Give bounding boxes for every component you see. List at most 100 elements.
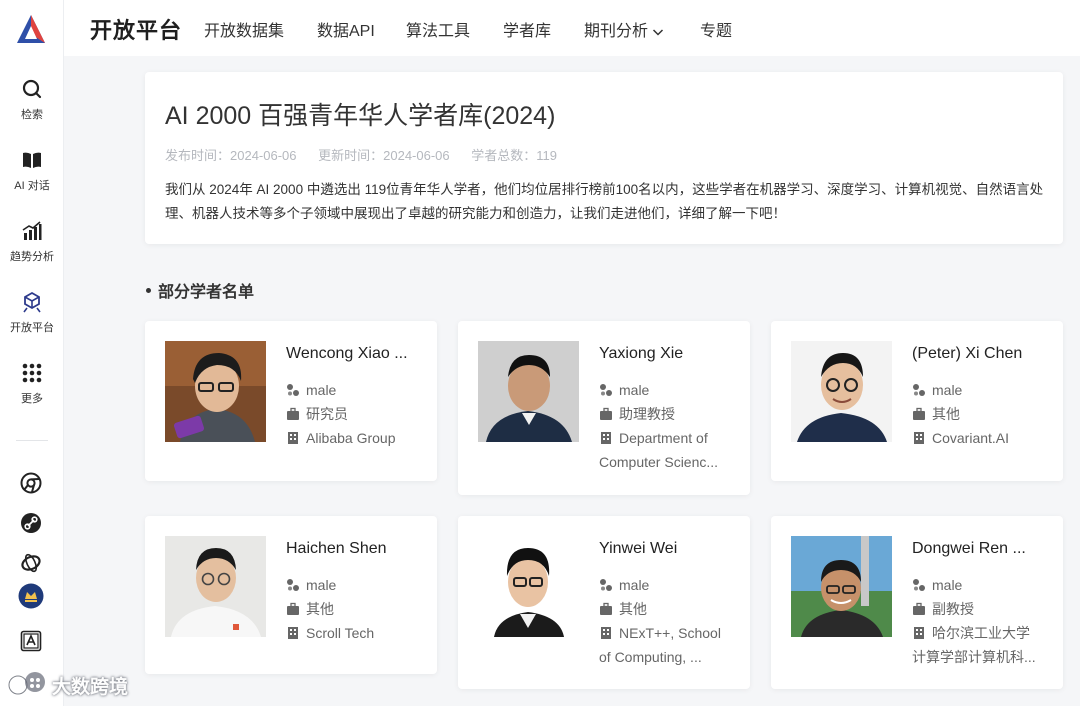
section-title: 部分学者名单 <box>146 278 254 302</box>
sidebar-item-ai-chat[interactable]: AI 对话 <box>0 149 64 193</box>
affiliation: Alibaba Group <box>306 430 396 446</box>
position: 研究员 <box>306 406 348 422</box>
gender-row: male <box>912 573 962 597</box>
chevron-down-icon <box>652 29 664 36</box>
scholar-card[interactable]: Yaxiong Xie male 助理教授 Department of Comp… <box>458 321 750 495</box>
building-icon <box>601 432 611 444</box>
avatar <box>791 536 892 637</box>
affiliation-row-continued: 计算学部计算机科... <box>912 645 1036 669</box>
affiliation-row: Scroll Tech <box>286 621 436 645</box>
avatar <box>165 536 266 637</box>
affiliation-row: Department of <box>599 426 749 450</box>
affiliation-continued: 计算学部计算机科... <box>912 649 1036 665</box>
publish-date: 发布时间：2024-06-06 <box>165 148 297 163</box>
avatar <box>791 341 892 442</box>
app-logo[interactable] <box>14 12 48 46</box>
briefcase-icon <box>913 407 925 420</box>
sidebar-item-trend[interactable]: 趋势分析 <box>0 220 64 264</box>
nav-item-data-api[interactable]: 数据API <box>317 17 375 41</box>
scholar-card[interactable]: Yinwei Wei male 其他 NExT++, School of Com… <box>458 516 750 689</box>
gender-row: male <box>286 378 336 402</box>
section-title-text: 部分学者名单 <box>158 284 255 301</box>
watermark: 大数跨境 <box>8 670 128 700</box>
nav-item-algorithms[interactable]: 算法工具 <box>406 17 470 41</box>
sidebar-item-label: 更多 <box>21 393 43 405</box>
top-nav: 开放平台 开放数据集 数据API 算法工具 学者库 期刊分析 专题 <box>64 0 1080 56</box>
ring-icon[interactable] <box>20 552 42 574</box>
gender-icon <box>600 579 612 591</box>
scholar-card[interactable]: Wencong Xiao ... male 研究员 Alibaba Group <box>145 321 437 481</box>
sidebar-item-more[interactable]: 更多 <box>0 362 64 406</box>
avatar <box>165 341 266 442</box>
title-row: 其他 <box>286 597 334 621</box>
scholar-card[interactable]: Haichen Shen male 其他 Scroll Tech <box>145 516 437 674</box>
chrome-icon[interactable] <box>20 472 42 494</box>
gender-row: male <box>599 573 649 597</box>
description: 我们从 2024年 AI 2000 中遴选出 119位青年华人学者，他们均位居排… <box>165 182 1044 221</box>
affiliation: Covariant.AI <box>932 430 1010 446</box>
gender-icon <box>913 384 925 396</box>
sidebar-item-label: 开放平台 <box>10 322 54 334</box>
scholar-name[interactable]: Yaxiong Xie <box>599 345 683 363</box>
sidebar-item-search[interactable]: 检索 <box>0 78 64 122</box>
affiliation: NExT++, School <box>619 625 721 641</box>
badge-icon[interactable] <box>18 583 44 609</box>
gender: male <box>306 577 337 593</box>
nav-item-scholars[interactable]: 学者库 <box>503 17 551 41</box>
bar-chart-icon <box>22 221 42 240</box>
building-icon <box>288 627 298 639</box>
sidebar-item-platform[interactable]: 开放平台 <box>0 291 64 335</box>
building-icon <box>914 432 924 444</box>
page-title: AI 2000 百强青年华人学者库(2024) <box>165 102 556 130</box>
gender: male <box>619 382 650 398</box>
sidebar-item-label: AI 对话 <box>14 180 50 192</box>
sidebar: 检索 AI 对话 趋势分析 开放平台 更多 <box>0 0 64 706</box>
scholar-name[interactable]: Dongwei Ren ... <box>912 540 1026 558</box>
scholar-name[interactable]: Wencong Xiao ... <box>286 345 408 363</box>
nav-item-datasets[interactable]: 开放数据集 <box>204 17 284 41</box>
link-icon[interactable] <box>20 512 42 534</box>
gender-row: male <box>912 378 962 402</box>
affiliation-row: Alibaba Group <box>286 426 436 450</box>
building-icon <box>601 627 611 639</box>
gender-icon <box>287 384 299 396</box>
affiliation-row: 哈尔滨工业大学 <box>912 621 1062 645</box>
gender: male <box>932 577 963 593</box>
bullet-dot <box>146 288 151 294</box>
affiliation-row: NExT++, School <box>599 621 749 645</box>
title-row: 其他 <box>912 402 960 426</box>
watermark-logo-icon <box>8 672 45 696</box>
affiliation: Scroll Tech <box>306 625 375 641</box>
title-row: 其他 <box>599 597 647 621</box>
affiliation-continued: of Computing, ... <box>599 649 702 665</box>
scholar-card[interactable]: (Peter) Xi Chen male 其他 Covariant.AI <box>771 321 1063 481</box>
building-icon <box>914 627 924 639</box>
avatar <box>478 536 579 637</box>
watermark-text: 大数跨境 <box>52 676 129 698</box>
gender: male <box>932 382 963 398</box>
scholar-card[interactable]: Dongwei Ren ... male 副教授 哈尔滨工业大学 计算学部计算机… <box>771 516 1063 689</box>
brand-title[interactable]: 开放平台 <box>90 13 182 45</box>
building-icon <box>288 432 298 444</box>
gender-icon <box>287 579 299 591</box>
affiliation: Department of <box>619 430 708 446</box>
briefcase-icon <box>600 602 612 615</box>
sidebar-item-label: 检索 <box>21 109 43 121</box>
update-date: 更新时间：2024-06-06 <box>318 148 450 163</box>
book-icon <box>23 152 41 168</box>
position: 其他 <box>306 601 334 617</box>
scholar-name[interactable]: Yinwei Wei <box>599 540 677 558</box>
sidebar-divider <box>16 440 48 441</box>
nav-item-topics[interactable]: 专题 <box>700 17 732 41</box>
affiliation: 哈尔滨工业大学 <box>932 625 1030 641</box>
search-icon <box>22 79 42 99</box>
gender: male <box>619 577 650 593</box>
briefcase-icon <box>287 407 299 420</box>
translate-icon[interactable] <box>20 630 42 652</box>
scholar-name[interactable]: (Peter) Xi Chen <box>912 345 1022 363</box>
nav-item-journal-analysis[interactable]: 期刊分析 <box>584 17 664 41</box>
platform-icon <box>23 291 41 313</box>
affiliation-row-continued: of Computing, ... <box>599 645 702 669</box>
briefcase-icon <box>287 602 299 615</box>
scholar-name[interactable]: Haichen Shen <box>286 540 387 558</box>
